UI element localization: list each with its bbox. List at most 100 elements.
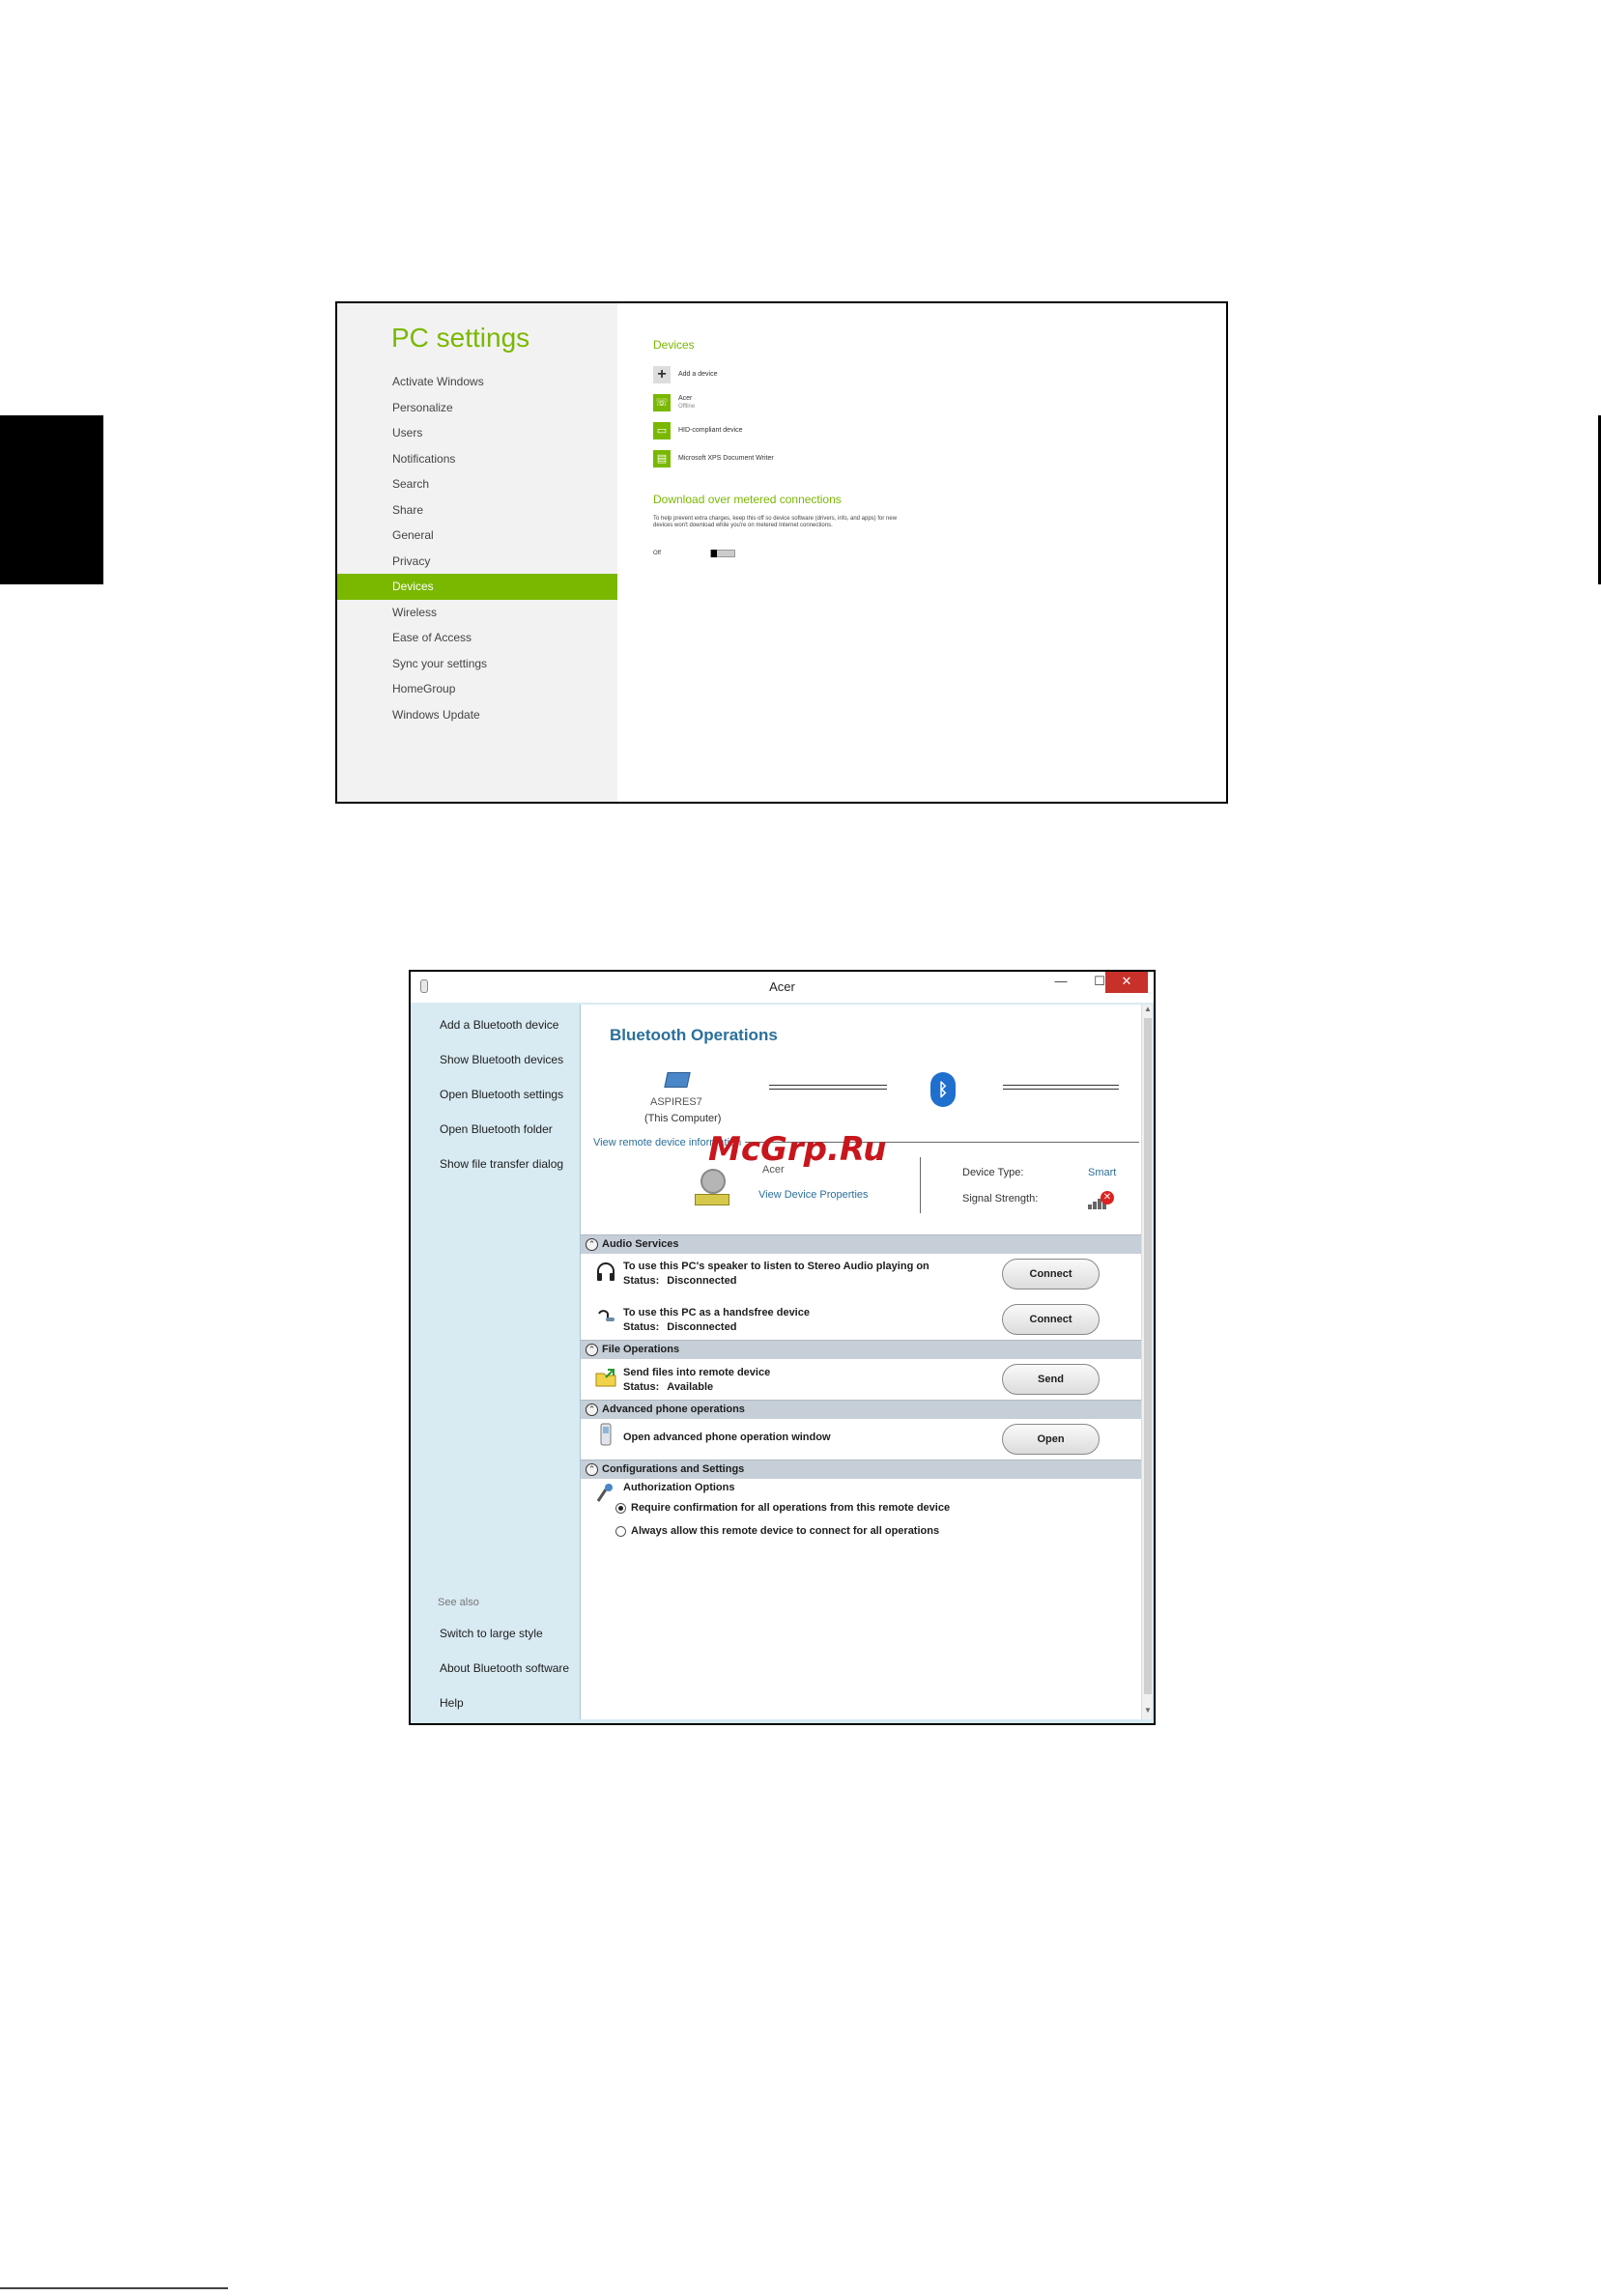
device-item-xps[interactable]: ▤ Microsoft XPS Document Writer — [653, 448, 774, 469]
handsfree-status: Status: Disconnected — [623, 1321, 736, 1333]
open-bluetooth-folder-link[interactable]: Open Bluetooth folder — [440, 1122, 553, 1136]
nav-item-devices[interactable]: Devices — [337, 574, 617, 600]
chevron-up-icon[interactable]: ⌃ — [586, 1463, 598, 1476]
plus-icon: + — [653, 366, 671, 383]
section-audio-services[interactable]: ⌃ Audio Services — [581, 1234, 1141, 1254]
require-confirmation-radio[interactable] — [615, 1503, 626, 1514]
chevron-up-icon[interactable]: ⌃ — [586, 1238, 598, 1251]
about-bluetooth-software-link[interactable]: About Bluetooth software — [440, 1661, 569, 1675]
status-value: Disconnected — [667, 1275, 737, 1287]
device-name: Microsoft XPS Document Writer — [678, 455, 774, 462]
toggle-knob — [711, 550, 717, 557]
section-advanced-phone[interactable]: ⌃ Advanced phone operations — [581, 1400, 1141, 1419]
laptop-icon — [664, 1072, 691, 1088]
nav-item-wireless[interactable]: Wireless — [337, 600, 617, 626]
scroll-down-icon[interactable]: ▼ — [1142, 1706, 1152, 1717]
headset-icon — [594, 1306, 617, 1329]
advanced-phone-text: Open advanced phone operation window — [623, 1431, 831, 1443]
pc-settings-nav: Activate Windows Personalize Users Notif… — [337, 369, 617, 727]
scroll-up-icon[interactable]: ▲ — [1142, 1005, 1152, 1016]
require-confirmation-label: Require confirmation for all operations … — [631, 1502, 951, 1514]
nav-item-sync-settings[interactable]: Sync your settings — [337, 651, 617, 677]
see-also-label: See also — [438, 1597, 479, 1608]
connection-line — [1003, 1085, 1119, 1090]
view-device-properties-link[interactable]: View Device Properties — [758, 1189, 869, 1201]
authorization-icon — [594, 1482, 617, 1505]
chevron-up-icon[interactable]: ⌃ — [586, 1344, 598, 1356]
nav-item-windows-update[interactable]: Windows Update — [337, 702, 617, 728]
metered-toggle[interactable] — [710, 550, 735, 557]
bluetooth-window: Acer — ☐ ✕ Add a Bluetooth device Show B… — [409, 970, 1156, 1725]
scroll-thumb[interactable] — [1144, 1018, 1152, 1694]
metered-toggle-label: Off — [653, 551, 661, 556]
status-value: Available — [667, 1381, 714, 1393]
connect-stereo-button[interactable]: Connect — [1002, 1259, 1100, 1290]
handsfree-text: To use this PC as a handsfree device — [623, 1307, 810, 1318]
nav-item-notifications[interactable]: Notifications — [337, 446, 617, 472]
panel-heading: Bluetooth Operations — [610, 1026, 778, 1044]
bluetooth-operations-panel: Bluetooth Operations ASPIRES7 (This Comp… — [580, 1005, 1152, 1719]
add-device-button[interactable]: + Add a device — [653, 364, 717, 385]
send-files-text: Send files into remote device — [623, 1367, 771, 1378]
send-button[interactable]: Send — [1002, 1364, 1100, 1395]
nav-item-users[interactable]: Users — [337, 420, 617, 446]
show-bluetooth-devices-link[interactable]: Show Bluetooth devices — [440, 1053, 563, 1066]
document-icon: ▤ — [653, 450, 671, 468]
always-allow-label: Always allow this remote device to conne… — [631, 1525, 940, 1537]
help-link[interactable]: Help — [440, 1696, 464, 1710]
nav-item-homegroup[interactable]: HomeGroup — [337, 676, 617, 702]
authorization-title: Authorization Options — [623, 1482, 735, 1493]
add-bluetooth-device-link[interactable]: Add a Bluetooth device — [440, 1018, 558, 1032]
section-configurations[interactable]: ⌃ Configurations and Settings — [581, 1460, 1141, 1479]
device-name: Acer — [678, 395, 693, 402]
section-file-operations[interactable]: ⌃ File Operations — [581, 1340, 1141, 1359]
nav-item-search[interactable]: Search — [337, 471, 617, 497]
show-file-transfer-dialog-link[interactable]: Show file transfer dialog — [440, 1157, 563, 1171]
device-item-acer[interactable]: ☏ Acer Offline — [653, 392, 695, 413]
vertical-scrollbar[interactable]: ▲ ▼ — [1141, 1005, 1152, 1719]
chapter-tab — [0, 415, 103, 584]
connect-handsfree-button[interactable]: Connect — [1002, 1304, 1100, 1335]
watermark: McGrp.Ru — [708, 1130, 887, 1169]
status-label: Status: — [623, 1275, 660, 1287]
headphones-icon — [594, 1261, 617, 1284]
device-status: Offline — [678, 404, 696, 410]
send-files-icon — [594, 1366, 617, 1389]
mobile-phone-icon — [594, 1423, 617, 1446]
device-item-hid[interactable]: ▭ HID-compliant device — [653, 420, 743, 441]
pc-settings-content: Devices + Add a device ☏ Acer Offline ▭ … — [617, 303, 1226, 802]
device-name: HID-compliant device — [678, 427, 743, 434]
nav-item-general[interactable]: General — [337, 523, 617, 549]
nav-item-share[interactable]: Share — [337, 497, 617, 524]
nav-item-privacy[interactable]: Privacy — [337, 549, 617, 575]
nav-item-ease-of-access[interactable]: Ease of Access — [337, 625, 617, 651]
stereo-audio-status: Status: Disconnected — [623, 1275, 736, 1287]
device-base — [695, 1194, 729, 1205]
section-label: Configurations and Settings — [602, 1463, 745, 1475]
minimize-button[interactable]: — — [1042, 972, 1080, 993]
section-label: Audio Services — [602, 1238, 679, 1250]
vertical-divider — [920, 1157, 921, 1213]
device-type-value: Smart — [1088, 1167, 1117, 1178]
open-phone-window-button[interactable]: Open — [1002, 1424, 1100, 1455]
footer-rule — [0, 2287, 228, 2289]
computer-subtitle: (This Computer) — [644, 1113, 722, 1124]
nav-item-personalize[interactable]: Personalize — [337, 395, 617, 421]
close-button[interactable]: ✕ — [1105, 972, 1148, 993]
bluetooth-icon: ᛒ — [930, 1072, 956, 1107]
chevron-up-icon[interactable]: ⌃ — [586, 1403, 598, 1416]
page-title: PC settings — [391, 323, 530, 353]
device-type-label: Device Type: — [962, 1167, 1024, 1178]
signal-strength-label: Signal Strength: — [962, 1193, 1039, 1205]
section-label: Advanced phone operations — [602, 1403, 745, 1415]
metered-description: To help prevent extra charges, keep this… — [653, 516, 898, 528]
always-allow-radio[interactable] — [615, 1526, 626, 1537]
computer-name: ASPIRES7 — [650, 1096, 702, 1108]
nav-item-activate-windows[interactable]: Activate Windows — [337, 369, 617, 395]
switch-large-style-link[interactable]: Switch to large style — [440, 1627, 543, 1640]
open-bluetooth-settings-link[interactable]: Open Bluetooth settings — [440, 1088, 563, 1101]
connection-line — [769, 1085, 887, 1090]
add-device-label: Add a device — [678, 371, 718, 378]
remote-device-icon — [695, 1169, 729, 1207]
title-bar: Acer — ☐ ✕ — [411, 972, 1154, 1003]
